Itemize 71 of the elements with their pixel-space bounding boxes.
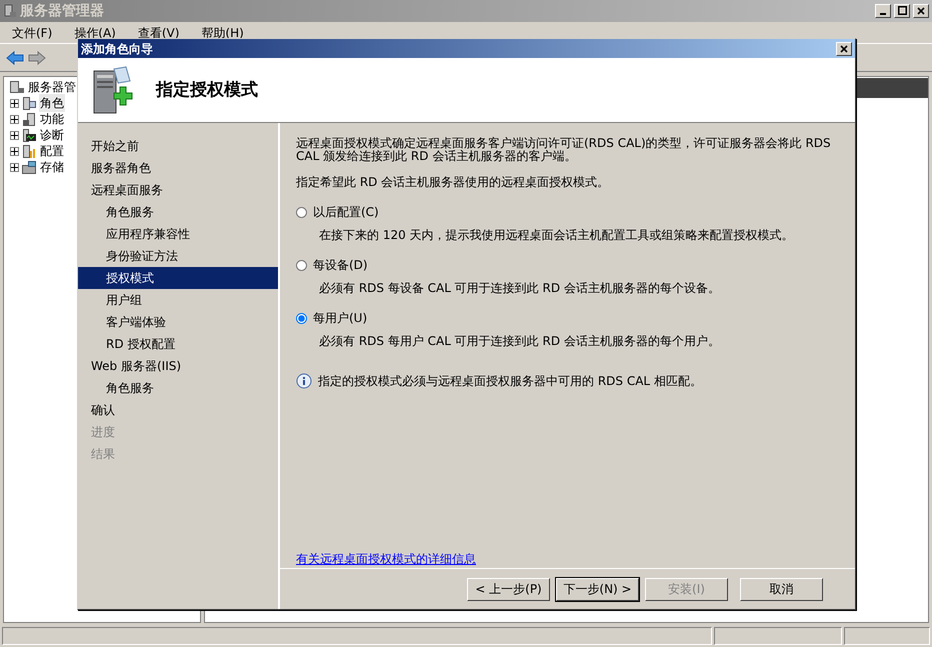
prompt-text: 指定希望此 RD 会话主机服务器使用的远程桌面授权模式。 bbox=[296, 174, 610, 191]
wizard-step[interactable]: RD 授权配置 bbox=[78, 333, 278, 355]
tree-node-icon bbox=[22, 96, 36, 110]
wizard-step[interactable]: 授权模式 bbox=[78, 267, 278, 289]
tree-item[interactable]: 配置 bbox=[39, 142, 65, 160]
tree-item[interactable]: 功能 bbox=[39, 110, 65, 128]
option-description: 在接下来的 120 天内，提示我使用远程桌面会话主机配置工具或组策略来配置授权模式。 bbox=[318, 227, 795, 244]
close-button[interactable] bbox=[913, 4, 929, 18]
tree-item[interactable]: 服务器管 bbox=[27, 78, 77, 96]
dialog-title: 添加角色向导 bbox=[81, 40, 153, 58]
wizard-step[interactable]: 角色服务 bbox=[78, 201, 278, 223]
wizard-step[interactable]: 身份验证方法 bbox=[78, 245, 278, 267]
back-arrow-icon bbox=[6, 50, 24, 66]
close-button[interactable] bbox=[836, 42, 852, 56]
plus-icon bbox=[11, 132, 18, 138]
radio-button[interactable] bbox=[296, 260, 307, 270]
expand-toggle[interactable] bbox=[10, 98, 19, 108]
wizard-step[interactable]: 确认 bbox=[78, 399, 278, 421]
plus-icon bbox=[11, 116, 18, 122]
wizard-step[interactable]: 远程桌面服务 bbox=[78, 179, 278, 201]
description-text: 远程桌面授权模式确定远程桌面服务客户端访问许可证(RDS CAL)的类型，许可证服务器会将此 RDS CAL 颁发给连接到此 RD 会话主机服务器的客户端。 bbox=[296, 137, 832, 163]
menu-item[interactable]: 帮助(H) bbox=[201, 24, 244, 42]
wizard-step[interactable]: 应用程序兼容性 bbox=[78, 223, 278, 245]
expand-toggle[interactable] bbox=[10, 114, 19, 124]
server-icon bbox=[3, 4, 17, 18]
expand-toggle[interactable] bbox=[10, 130, 19, 140]
plus-icon bbox=[11, 100, 18, 106]
info-note: 指定的授权模式必须与远程桌面授权服务器中可用的 RDS CAL 相匹配。 bbox=[318, 373, 702, 390]
plus-icon bbox=[11, 148, 18, 154]
back-button[interactable] bbox=[6, 48, 24, 66]
minimize-button[interactable] bbox=[875, 4, 891, 18]
tree-node-icon bbox=[22, 160, 36, 174]
info-icon bbox=[296, 373, 312, 389]
help-link[interactable]: 有关远程桌面授权模式的详细信息 bbox=[296, 552, 476, 566]
page-heading: 指定授权模式 bbox=[156, 80, 258, 100]
wizard-step[interactable]: 服务器角色 bbox=[78, 157, 278, 179]
option-label: 以后配置(C) bbox=[313, 204, 379, 221]
tree-item[interactable]: 诊断 bbox=[39, 126, 65, 144]
wizard-button[interactable]: < 上一步(P) bbox=[467, 578, 550, 600]
wizard-step[interactable]: 客户端体验 bbox=[78, 311, 278, 333]
expand-toggle[interactable] bbox=[10, 162, 19, 172]
close-icon bbox=[838, 42, 850, 54]
tree-item[interactable]: 角色 bbox=[39, 94, 65, 112]
menu-item[interactable]: 文件(F) bbox=[12, 24, 52, 42]
minimize-icon bbox=[880, 12, 886, 15]
wizard-step[interactable]: 角色服务 bbox=[78, 377, 278, 399]
tree-node-icon bbox=[22, 128, 36, 142]
radio-button[interactable] bbox=[296, 312, 307, 324]
maximize-icon bbox=[898, 6, 906, 16]
wizard-step[interactable]: 开始之前 bbox=[78, 135, 278, 157]
forward-arrow-icon bbox=[28, 50, 46, 66]
wizard-button[interactable]: 取消 bbox=[740, 578, 823, 600]
window-title: 服务器管理器 bbox=[20, 2, 105, 20]
plus-icon bbox=[11, 164, 18, 170]
forward-button[interactable] bbox=[28, 48, 46, 66]
radio-button[interactable] bbox=[296, 206, 307, 218]
option-description: 必须有 RDS 每设备 CAL 可用于连接到此 RD 会话主机服务器的每个设备。 bbox=[318, 280, 721, 297]
wizard-step[interactable]: 用户组 bbox=[78, 289, 278, 311]
menu-item[interactable]: 操作(A) bbox=[74, 24, 116, 42]
option-description: 必须有 RDS 每用户 CAL 可用于连接到此 RD 会话主机服务器的每个用户。 bbox=[318, 333, 721, 350]
wizard-button[interactable]: 下一步(N) > bbox=[556, 578, 639, 600]
tree-node-icon bbox=[22, 112, 36, 126]
tree-item[interactable]: 存储 bbox=[39, 158, 65, 176]
tree-node-icon bbox=[22, 144, 36, 158]
wizard-step[interactable]: Web 服务器(IIS) bbox=[78, 355, 278, 377]
menu-item[interactable]: 查看(V) bbox=[138, 24, 180, 42]
option-label: 每用户(U) bbox=[313, 310, 368, 327]
maximize-button[interactable] bbox=[894, 4, 910, 18]
option-label: 每设备(D) bbox=[313, 257, 368, 274]
close-icon bbox=[917, 6, 925, 15]
expand-toggle[interactable] bbox=[10, 146, 19, 156]
